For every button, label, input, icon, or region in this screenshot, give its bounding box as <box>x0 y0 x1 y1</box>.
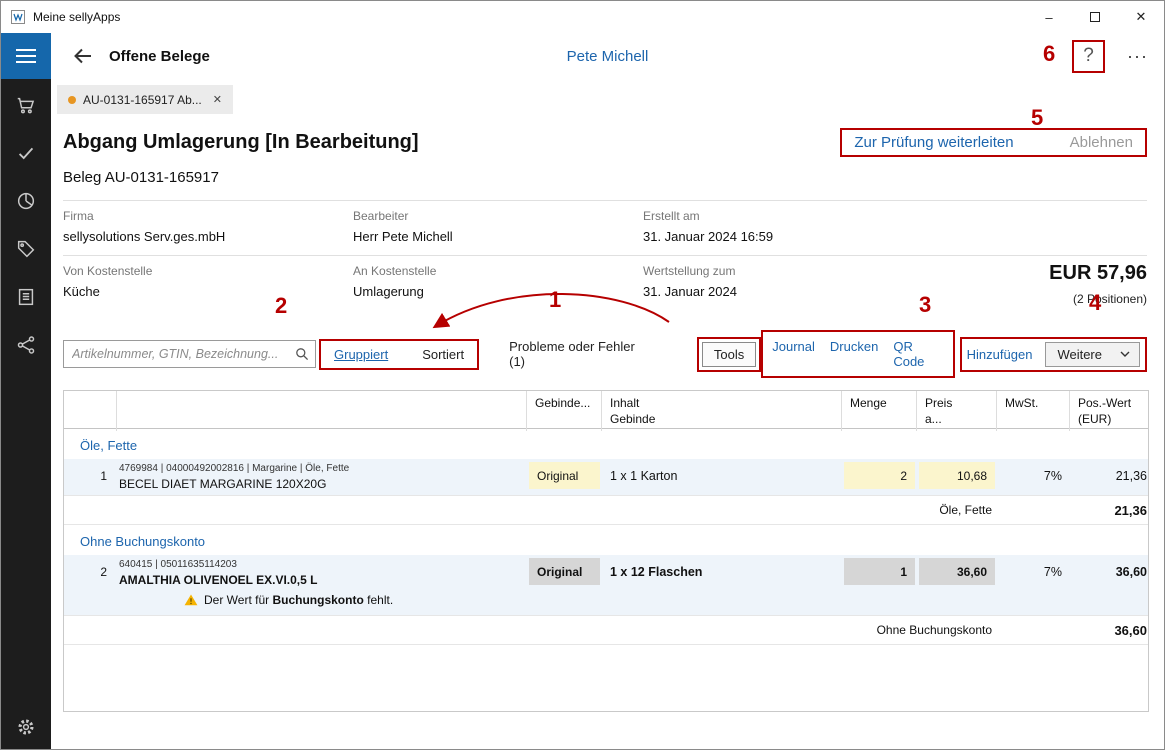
article-name: AMALTHIA OLIVENOEL EX.VI.0,5 L <box>119 573 519 587</box>
table-row[interactable]: 2 640415 | 05011635114203 AMALTHIA OLIVE… <box>64 555 1148 615</box>
section-title: Offene Belege <box>109 48 210 65</box>
meta-an-kostenstelle: An Kostenstelle Umlagerung <box>353 264 643 299</box>
list-toolbar: Gruppiert Sortiert Probleme oder Fehler … <box>63 330 1147 378</box>
col-preis[interactable]: Preisa... <box>917 391 997 431</box>
group-header: Ohne Buchungskonto <box>64 525 1148 555</box>
app-header: Offene Belege Pete Michell ? ··· <box>51 33 1164 79</box>
warning-text: Der Wert für Buchungskonto fehlt. <box>204 593 393 607</box>
sorted-toggle[interactable]: Sortiert <box>422 347 464 362</box>
forward-for-review-link[interactable]: Zur Prüfung weiterleiten <box>854 134 1013 151</box>
print-link[interactable]: Drucken <box>830 339 878 369</box>
chevron-down-icon <box>1120 351 1130 357</box>
tools-button[interactable]: Tools <box>702 342 756 367</box>
mwst-cell: 7% <box>997 555 1070 579</box>
group-header: Öle, Fette <box>64 429 1148 459</box>
window-title: Meine sellyApps <box>33 10 120 24</box>
row-number: 1 <box>64 459 117 483</box>
tools-annotation-box: Tools <box>697 337 761 372</box>
settings-gear-icon[interactable] <box>15 716 37 738</box>
inhalt-cell: 1 x 1 Karton <box>602 459 842 483</box>
app-icon <box>10 9 26 25</box>
article-cell: 640415 | 05011635114203 AMALTHIA OLIVENO… <box>117 555 527 591</box>
search-icon[interactable] <box>294 346 310 362</box>
col-article <box>117 391 527 431</box>
row-number: 2 <box>64 555 117 579</box>
meta-firma: Firma sellysolutions Serv.ges.mbH <box>63 209 353 244</box>
col-gebinde[interactable]: Gebinde... <box>527 391 602 431</box>
validation-warning: Der Wert für Buchungskonto fehlt. <box>64 591 1148 615</box>
journal-icon[interactable] <box>15 286 37 308</box>
unsaved-dot-icon <box>68 96 76 104</box>
preis-cell[interactable]: 10,68 <box>919 462 995 489</box>
article-meta: 640415 | 05011635114203 <box>119 559 519 570</box>
menge-cell[interactable]: 1 <box>844 558 915 585</box>
meta-erstellt-am: Erstellt am 31. Januar 2024 16:59 <box>643 209 1147 244</box>
app-window: Meine sellyApps – ✕ <box>0 0 1165 750</box>
check-icon[interactable] <box>15 142 37 164</box>
qr-code-link[interactable]: QR Code <box>893 339 943 369</box>
article-meta: 4769984 | 04000492002816 | Margarine | Ö… <box>119 463 519 474</box>
add-actions: Hinzufügen Weitere <box>960 337 1147 372</box>
document-number: Beleg AU-0131-165917 <box>63 169 1147 186</box>
gebinde-cell[interactable]: Original <box>529 558 600 585</box>
hamburger-menu-icon[interactable] <box>1 33 51 79</box>
document-links: Journal Drucken QR Code <box>761 330 954 378</box>
poswert-cell: 36,60 <box>1070 555 1150 579</box>
search-box <box>63 340 316 368</box>
table-header: Gebinde... InhaltGebinde Menge Preisa...… <box>64 391 1148 429</box>
col-inhalt[interactable]: InhaltGebinde <box>602 391 842 431</box>
workflow-actions: Zur Prüfung weiterleiten Ablehnen <box>840 128 1147 157</box>
total-amount: EUR 57,96 <box>1049 262 1147 285</box>
minimize-button[interactable]: – <box>1026 1 1072 33</box>
warning-triangle-icon <box>184 593 198 607</box>
page-title: Abgang Umlagerung [In Bearbeitung] <box>63 131 419 154</box>
position-count: (2 Positionen) <box>1049 292 1147 306</box>
col-menge[interactable]: Menge <box>842 391 917 431</box>
close-button[interactable]: ✕ <box>1118 1 1164 33</box>
help-button[interactable]: ? <box>1072 40 1105 73</box>
group-footer: Öle, Fette 21,36 <box>64 495 1148 525</box>
search-input[interactable] <box>63 340 316 368</box>
inhalt-cell: 1 x 12 Flaschen <box>602 555 842 579</box>
tab-bar: AU-0131-165917 Ab... ✕ <box>51 79 1164 114</box>
tab-close-icon[interactable]: ✕ <box>213 93 222 106</box>
document-view: Abgang Umlagerung [In Bearbeitung] Zur P… <box>51 114 1164 750</box>
table-row[interactable]: 1 4769984 | 04000492002816 | Margarine |… <box>64 459 1148 495</box>
maximize-button[interactable] <box>1072 1 1118 33</box>
more-actions-dropdown[interactable]: Weitere <box>1045 342 1140 367</box>
article-cell: 4769984 | 04000492002816 | Margarine | Ö… <box>117 459 527 495</box>
preis-cell[interactable]: 36,60 <box>919 558 995 585</box>
user-name[interactable]: Pete Michell <box>567 48 649 65</box>
back-arrow-icon[interactable] <box>71 44 95 68</box>
share-icon[interactable] <box>15 334 37 356</box>
positions-table: Gebinde... InhaltGebinde Menge Preisa...… <box>63 390 1149 712</box>
meta-von-kostenstelle: Von Kostenstelle Küche <box>63 264 353 299</box>
add-link[interactable]: Hinzufügen <box>967 347 1033 362</box>
problems-status: Probleme oder Fehler (1) <box>509 339 653 369</box>
group-sort-toggle: Gruppiert Sortiert <box>319 339 479 370</box>
sidebar <box>1 33 51 750</box>
meta-bearbeiter: Bearbeiter Herr Pete Michell <box>353 209 643 244</box>
tab-label: AU-0131-165917 Ab... <box>83 93 202 107</box>
tag-icon[interactable] <box>15 238 37 260</box>
more-menu-icon[interactable]: ··· <box>1127 46 1148 67</box>
gebinde-cell[interactable]: Original <box>529 462 600 489</box>
grouped-toggle[interactable]: Gruppiert <box>334 347 388 362</box>
titlebar: Meine sellyApps – ✕ <box>1 1 1164 33</box>
article-name: BECEL DIAET MARGARINE 120X20G <box>119 477 519 491</box>
cart-icon[interactable] <box>15 94 37 116</box>
document-tab[interactable]: AU-0131-165917 Ab... ✕ <box>57 85 233 114</box>
col-poswert[interactable]: Pos.-Wert(EUR) <box>1070 391 1150 431</box>
maximize-icon <box>1090 12 1100 22</box>
mwst-cell: 7% <box>997 459 1070 483</box>
col-mwst[interactable]: MwSt. <box>997 391 1070 431</box>
poswert-cell: 21,36 <box>1070 459 1150 483</box>
menge-cell[interactable]: 2 <box>844 462 915 489</box>
document-total: EUR 57,96 (2 Positionen) <box>1049 262 1147 306</box>
pie-chart-icon[interactable] <box>15 190 37 212</box>
reject-link[interactable]: Ablehnen <box>1070 134 1133 151</box>
group-footer: Ohne Buchungskonto 36,60 <box>64 615 1148 645</box>
col-number <box>64 391 117 431</box>
journal-link[interactable]: Journal <box>772 339 815 369</box>
